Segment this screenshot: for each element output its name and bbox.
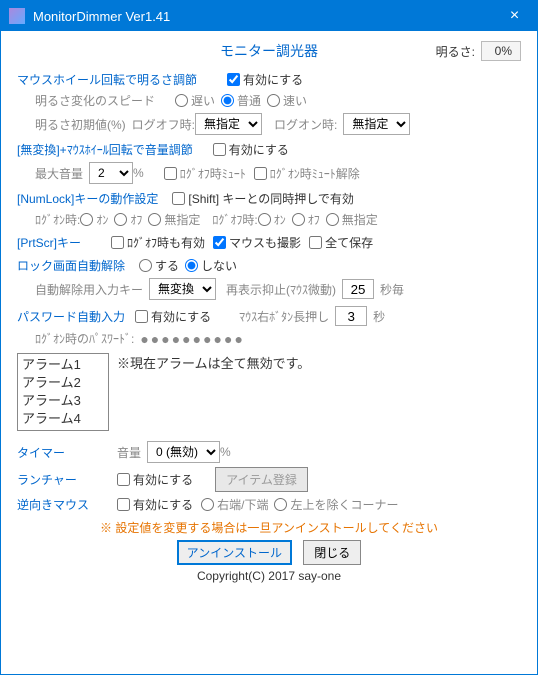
numlock-logon-label: ﾛｸﾞｵﾝ時: bbox=[35, 211, 80, 228]
alarm-note: ※現在アラームは全て無効です。 bbox=[117, 353, 310, 372]
lock-dont-radio[interactable]: しない bbox=[185, 257, 237, 274]
speed-fast-radio[interactable]: 速い bbox=[267, 92, 307, 109]
rclick-input[interactable] bbox=[335, 306, 367, 326]
lock-key-select[interactable]: 無変換 bbox=[149, 278, 216, 300]
brightness-value: 0% bbox=[481, 41, 521, 61]
nl-logon-off[interactable]: ｵﾌ bbox=[114, 211, 142, 228]
maxvol-select[interactable]: 2 bbox=[89, 162, 133, 184]
prtscr-saveall-checkbox[interactable]: 全て保存 bbox=[309, 234, 373, 251]
suppress-input[interactable] bbox=[342, 279, 374, 299]
lock-do-radio[interactable]: する bbox=[139, 257, 179, 274]
nl-logoff-on[interactable]: ｵﾝ bbox=[258, 211, 286, 228]
password-enable-checkbox[interactable]: 有効にする bbox=[135, 308, 211, 325]
list-item[interactable]: アラーム1 bbox=[22, 356, 104, 374]
nl-logoff-off[interactable]: ｵﾌ bbox=[292, 211, 320, 228]
volume-enable-checkbox[interactable]: 有効にする bbox=[213, 141, 289, 158]
uninstall-button[interactable]: アンインストール bbox=[177, 540, 292, 565]
nl-logon-none[interactable]: 無指定 bbox=[148, 211, 200, 228]
logon-select[interactable]: 無指定 bbox=[343, 113, 410, 135]
suppress-label: 再表示抑止(ﾏｳｽ微動) bbox=[226, 281, 336, 298]
close-icon[interactable]: × bbox=[492, 1, 537, 31]
launcher-label: ランチャー bbox=[17, 471, 117, 488]
reverse-rb-radio[interactable]: 右端/下端 bbox=[201, 496, 268, 513]
numlock-logoff-label: ﾛｸﾞｵﾌ時: bbox=[212, 211, 257, 228]
logoff-label: ログオフ時: bbox=[132, 116, 195, 133]
timer-vol-select[interactable]: 0 (無効) bbox=[147, 441, 220, 463]
reverse-label: 逆向きマウス bbox=[17, 496, 117, 513]
reverse-enable-checkbox[interactable]: 有効にする bbox=[117, 496, 193, 513]
lock-title: ロック画面自動解除 bbox=[17, 257, 125, 274]
password-title: パスワード自動入力 bbox=[17, 308, 125, 325]
warning-text: ※ 設定値を変更する場合は一旦アンインストールしてください bbox=[17, 519, 521, 536]
close-button[interactable]: 閉じる bbox=[303, 540, 361, 565]
lock-key-label: 自動解除用入力キー bbox=[35, 281, 143, 298]
timer-vol-label: 音量 bbox=[117, 444, 141, 461]
content: モニター調光器 明るさ: 0% マウスホイール回転で明るさ調節 有効にする 明る… bbox=[1, 31, 537, 674]
prtscr-key: [PrtScr] bbox=[17, 236, 57, 250]
titlebar: MonitorDimmer Ver1.41 × bbox=[1, 1, 537, 31]
reverse-tl-radio[interactable]: 左上を除くコーナー bbox=[274, 496, 398, 513]
logoff-select[interactable]: 無指定 bbox=[195, 113, 262, 135]
launcher-register-button[interactable]: アイテム登録 bbox=[215, 467, 308, 492]
numlock-shift-checkbox[interactable]: [Shift] キーとの同時押しで有効 bbox=[172, 190, 354, 207]
speed-label: 明るさ変化のスピード bbox=[35, 92, 155, 109]
alarm-listbox[interactable]: アラーム1 アラーム2 アラーム3 アラーム4 bbox=[17, 353, 109, 431]
nl-logon-on[interactable]: ｵﾝ bbox=[80, 211, 108, 228]
list-item[interactable]: アラーム2 bbox=[22, 374, 104, 392]
copyright: Copyright(C) 2017 say-one bbox=[17, 569, 521, 583]
init-label: 明るさ初期値(%) bbox=[35, 116, 126, 133]
mute-logon-checkbox[interactable]: ﾛｸﾞｵﾝ時ﾐｭｰﾄ解除 bbox=[254, 165, 360, 182]
volume-key: [無変換] bbox=[17, 141, 60, 158]
wheel-title: マウスホイール回転で明るさ調節 bbox=[17, 71, 197, 88]
timer-label: タイマー bbox=[17, 444, 117, 461]
prtscr-logoff-checkbox[interactable]: ﾛｸﾞｵﾌ時も有効 bbox=[111, 234, 205, 251]
list-item[interactable]: アラーム3 bbox=[22, 392, 104, 410]
pw-label: ﾛｸﾞｵﾝ時のﾊﾟｽﾜｰﾄﾞ: bbox=[35, 330, 134, 347]
speed-slow-radio[interactable]: 遅い bbox=[175, 92, 215, 109]
maxvol-label: 最大音量 bbox=[35, 165, 83, 182]
app-icon bbox=[9, 8, 25, 24]
page-title: モニター調光器 bbox=[220, 41, 318, 61]
rclick-label: ﾏｳｽ右ﾎﾞﾀﾝ長押し bbox=[239, 308, 329, 325]
app-window: MonitorDimmer Ver1.41 × モニター調光器 明るさ: 0% … bbox=[0, 0, 538, 675]
pw-dots: ●●●●●●●●●● bbox=[140, 331, 245, 347]
brightness-label: 明るさ: bbox=[436, 43, 475, 60]
wheel-enable-checkbox[interactable]: 有効にする bbox=[227, 71, 303, 88]
mute-logoff-checkbox[interactable]: ﾛｸﾞｵﾌ時ﾐｭｰﾄ bbox=[164, 165, 246, 182]
list-item[interactable]: アラーム4 bbox=[22, 410, 104, 428]
nl-logoff-none[interactable]: 無指定 bbox=[326, 211, 378, 228]
volume-title: ﾏｳｽﾎｲｰﾙ回転で音量調節 bbox=[67, 141, 193, 158]
numlock-key: [NumLock] bbox=[17, 192, 74, 206]
logon-label: ログオン時: bbox=[274, 116, 337, 133]
speed-normal-radio[interactable]: 普通 bbox=[221, 92, 261, 109]
prtscr-mouse-checkbox[interactable]: マウスも撮影 bbox=[213, 234, 301, 251]
launcher-enable-checkbox[interactable]: 有効にする bbox=[117, 471, 193, 488]
window-title: MonitorDimmer Ver1.41 bbox=[33, 9, 492, 24]
